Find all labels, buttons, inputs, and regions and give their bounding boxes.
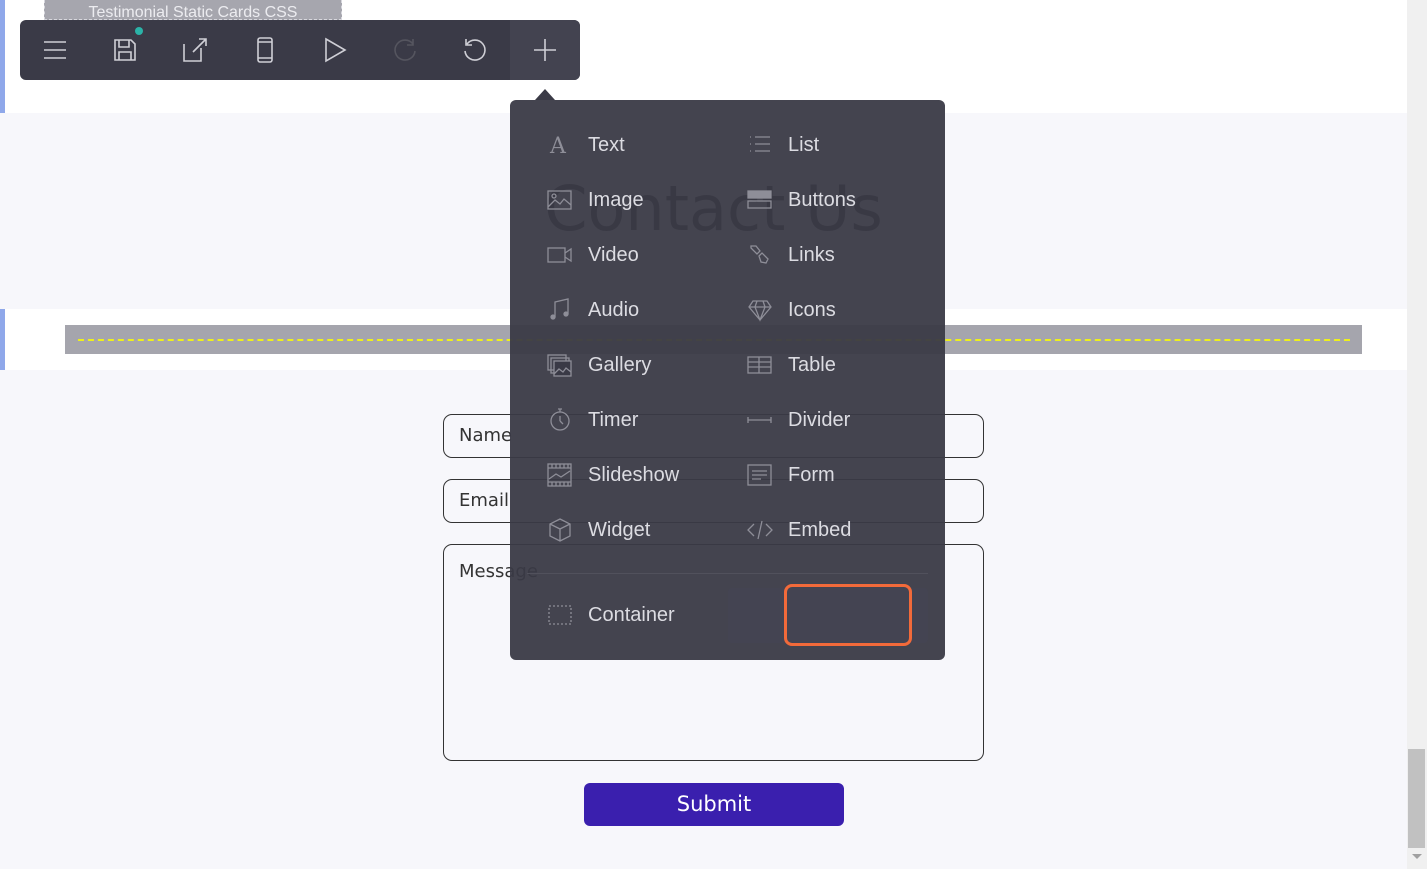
form-icon — [747, 462, 773, 488]
unsaved-dot — [135, 27, 143, 35]
container-icon — [547, 602, 573, 628]
mobile-preview-icon — [257, 37, 273, 63]
menu-item-embed[interactable]: Embed — [747, 510, 851, 550]
add-icon — [534, 39, 556, 61]
menu-item-label: Table — [788, 353, 836, 376]
scroll-down-arrow[interactable] — [1412, 854, 1422, 859]
scrollbar-thumb[interactable] — [1408, 749, 1425, 848]
link-icon — [747, 242, 773, 268]
menu-item-icons[interactable]: Icons — [747, 290, 836, 330]
play-icon — [325, 37, 347, 63]
save-icon — [114, 39, 136, 61]
menu-item-label: List — [788, 133, 820, 156]
music-icon — [547, 297, 573, 323]
open-external-button[interactable] — [160, 20, 230, 80]
gallery-icon — [547, 352, 573, 378]
menu-item-label: Text — [588, 133, 625, 156]
menu-item-label: Slideshow — [588, 463, 680, 486]
divider-icon — [747, 407, 773, 433]
menu-button[interactable] — [20, 20, 90, 80]
menu-item-label: Audio — [588, 298, 640, 321]
save-button[interactable] — [90, 20, 160, 80]
image-icon — [547, 187, 573, 213]
table-icon — [747, 352, 773, 378]
menu-item-label: Embed — [788, 518, 852, 541]
menu-item-label: Gallery — [588, 353, 652, 376]
menu-item-timer[interactable]: Timer — [547, 400, 638, 440]
code-icon — [747, 517, 773, 543]
menu-item-label: Video — [588, 243, 639, 266]
menu-item-audio[interactable]: Audio — [547, 290, 639, 330]
submit-button[interactable]: Submit — [584, 783, 844, 826]
list-icon — [747, 132, 773, 158]
menu-item-label: Divider — [788, 408, 851, 431]
name-placeholder: Name — [459, 425, 513, 446]
menu-item-form[interactable]: Form — [747, 455, 835, 495]
add-button[interactable] — [510, 20, 580, 80]
preview-button[interactable] — [300, 20, 370, 80]
menu-item-label: Image — [588, 188, 644, 211]
menu-item-video[interactable]: Video — [547, 235, 639, 275]
email-placeholder: Email — [459, 490, 509, 511]
menu-item-widget[interactable]: Widget — [547, 510, 650, 550]
menu-item-slideshow[interactable]: Slideshow — [547, 455, 679, 495]
menu-item-table[interactable]: Table — [747, 345, 836, 385]
menu-item-gallery[interactable]: Gallery — [547, 345, 651, 385]
mobile-preview-button[interactable] — [230, 20, 300, 80]
text-icon: A — [547, 132, 573, 158]
redo-button[interactable] — [370, 20, 440, 80]
buttons-icon — [747, 187, 773, 213]
menu-item-label: Icons — [788, 298, 836, 321]
menu-item-text[interactable]: A Text — [547, 125, 625, 165]
menu-item-list[interactable]: List — [747, 125, 819, 165]
slideshow-icon — [547, 462, 573, 488]
menu-item-buttons[interactable]: Buttons — [747, 180, 856, 220]
menu-item-image[interactable]: Image — [547, 180, 644, 220]
control-focus-outline — [784, 584, 912, 646]
undo-button[interactable] — [440, 20, 510, 80]
menu-icon — [44, 41, 66, 59]
menu-item-label: Container — [588, 603, 675, 626]
undo-icon — [464, 39, 486, 61]
menu-item-label: Widget — [588, 518, 651, 541]
redo-icon — [394, 39, 416, 61]
video-icon — [547, 242, 573, 268]
menu-item-label: Timer — [588, 408, 639, 431]
menu-separator — [527, 573, 928, 574]
menu-item-label: Links — [788, 243, 835, 266]
menu-item-container[interactable]: Container — [547, 595, 675, 635]
cube-icon — [547, 517, 573, 543]
menu-item-label: Form — [788, 463, 835, 486]
menu-item-label: Buttons — [788, 188, 856, 211]
open-external-icon — [183, 38, 207, 62]
svg-text:A: A — [549, 134, 567, 158]
diamond-icon — [747, 297, 773, 323]
menu-pointer — [535, 89, 555, 100]
section-marker — [0, 0, 5, 113]
section-marker — [0, 309, 5, 370]
scrollbar[interactable] — [1407, 0, 1427, 869]
element-tag[interactable]: Testimonial Static Cards CSS — [44, 0, 342, 20]
editor-toolbar — [20, 20, 580, 80]
menu-item-links[interactable]: Links — [747, 235, 835, 275]
menu-item-divider[interactable]: Divider — [747, 400, 850, 440]
stopwatch-icon — [547, 407, 573, 433]
